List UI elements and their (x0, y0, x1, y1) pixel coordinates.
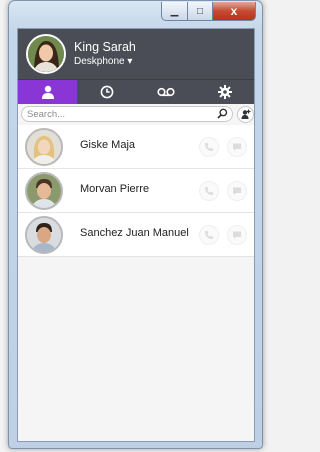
search-box (21, 106, 233, 122)
user-name: King Sarah (74, 40, 136, 54)
voicemail-icon (156, 87, 175, 97)
device-selector[interactable]: Deskphone ▾ (74, 56, 132, 67)
minimize-button[interactable]: ▁ (161, 2, 188, 21)
user-header: King Sarah Deskphone ▾ (18, 29, 254, 79)
search-row (18, 104, 254, 124)
chat-bubble-icon (233, 231, 241, 239)
search-input[interactable] (27, 108, 207, 120)
phone-icon (205, 231, 213, 239)
contact-name: Morvan Pierre (80, 183, 150, 195)
call-button[interactable] (199, 225, 219, 245)
app-window: ▁ □ x King Sarah Deskphone ▾ Search... G… (8, 0, 263, 449)
chat-bubble-icon (233, 143, 241, 151)
tab-settings[interactable] (195, 80, 254, 104)
chat-bubble-icon (233, 187, 241, 195)
contact-photo (27, 218, 61, 252)
call-button[interactable] (199, 137, 219, 157)
history-clock-icon (100, 85, 113, 99)
contact-avatar (25, 172, 63, 210)
tab-voicemail[interactable] (136, 80, 195, 104)
contact-row[interactable]: Morvan Pierre (18, 169, 254, 213)
chat-button[interactable] (227, 137, 247, 157)
contact-row[interactable]: Sanchez Juan Manuel (18, 213, 254, 257)
chat-button[interactable] (227, 181, 247, 201)
call-button[interactable] (199, 181, 219, 201)
contact-row[interactable]: Giske Maja (18, 125, 254, 169)
contact-name: Giske Maja (80, 139, 136, 151)
maximize-button[interactable]: □ (188, 2, 213, 21)
phone-icon (205, 187, 213, 195)
main-tabs (18, 79, 254, 104)
contact-photo (27, 174, 61, 208)
contact-photo (27, 130, 61, 164)
contact-avatar (25, 216, 63, 254)
contacts-icon (41, 85, 54, 99)
search-icon[interactable] (217, 108, 228, 119)
contact-list: Giske Maja Morvan Pierre Sanchez Juan Ma… (18, 125, 254, 257)
add-contact-button[interactable] (237, 106, 254, 123)
contact-avatar (25, 128, 63, 166)
settings-gear-icon (217, 85, 232, 99)
phone-icon (205, 143, 213, 151)
user-avatar-image (28, 36, 64, 72)
window-caption-buttons: ▁ □ x (161, 2, 256, 21)
tab-contacts[interactable] (18, 80, 77, 104)
tab-history[interactable] (77, 80, 136, 104)
chat-button[interactable] (227, 225, 247, 245)
close-button[interactable]: x (213, 2, 256, 21)
user-avatar[interactable] (26, 34, 66, 74)
contact-name: Sanchez Juan Manuel (80, 227, 189, 239)
add-contact-icon (241, 109, 251, 119)
app-client-area: King Sarah Deskphone ▾ Search... Giske M… (17, 28, 255, 442)
